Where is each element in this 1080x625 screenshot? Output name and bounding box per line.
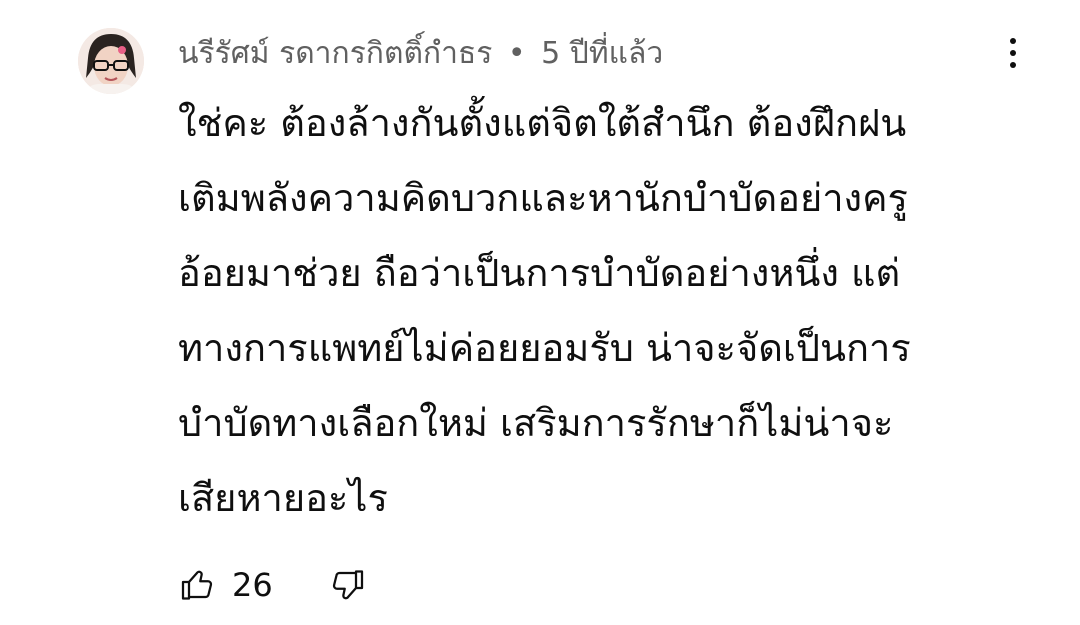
comment-actions: 26 [178,560,367,610]
comment-line: เติมพลังความคิดบวกและหานักบำบัดอย่างครู [178,176,908,220]
like-button[interactable] [178,565,218,605]
comment-header: นรีรัศม์ รดากรกิตติ์กำธร • 5 ปีที่แล้ว [178,32,663,76]
avatar-image [78,28,144,94]
comment-timestamp[interactable]: 5 ปีที่แล้ว [541,36,663,71]
comment-line: บำบัดทางเลือกใหม่ เสริมการรักษาก็ไม่น่าจ… [178,401,894,445]
comment-line: ใช่คะ ต้องล้างกันตั้งแต่จิตใต้สำนึก ต้อง… [178,101,907,145]
comment-line: เสียหายอะไร [178,476,388,520]
dislike-button[interactable] [327,565,367,605]
thumb-up-icon [181,570,213,600]
meta-separator: • [507,36,526,71]
more-vert-icon-dot [1010,50,1016,56]
avatar[interactable] [78,28,144,94]
comment-line: ทางการแพทย์ไม่ค่อยยอมรับ น่าจะจัดเป็นการ [178,326,911,370]
like-count: 26 [232,566,273,604]
author-name[interactable]: นรีรัศม์ รดากรกิตติ์กำธร [178,36,492,71]
thumb-down-icon [332,570,363,600]
comment-body: ใช่คะ ต้องล้างกันตั้งแต่จิตใต้สำนึก ต้อง… [178,86,1038,536]
more-options-button[interactable] [998,30,1028,76]
more-vert-icon-dot [1010,62,1016,68]
comment-card: นรีรัศม์ รดากรกิตติ์กำธร • 5 ปีที่แล้ว ใ… [0,0,1080,625]
more-vert-icon [1010,38,1016,44]
comment-line: อ้อยมาช่วย ถือว่าเป็นการบำบัดอย่างหนึ่ง … [178,251,901,295]
